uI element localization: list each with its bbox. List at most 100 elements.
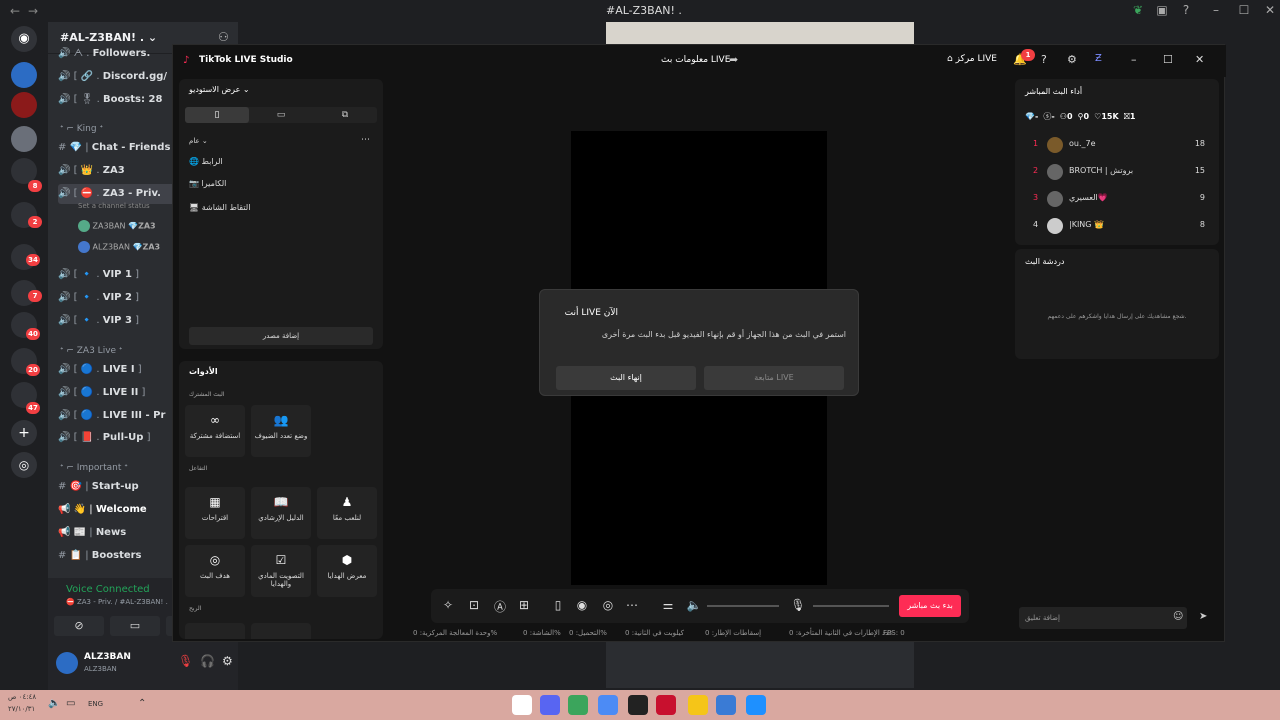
app-task-icon[interactable] [628,695,648,715]
clock-time[interactable]: ٠٤:٤٨ ص [8,693,36,701]
chat-input[interactable]: إضافة تعليق [1019,607,1187,629]
add-source-button[interactable]: إضافة مصدر [189,327,373,345]
app-task-icon[interactable] [656,695,676,715]
add-member-icon[interactable]: ⚇ [218,30,229,44]
settings-icon[interactable]: ⚙ [1067,53,1077,66]
source-camera[interactable]: 📷 الكاميرا [189,179,226,188]
app-task-icon[interactable] [598,695,618,715]
record-icon[interactable]: ◉ [573,598,591,612]
source-link[interactable]: 🌐 الرابط [189,157,223,166]
server-icon[interactable] [11,92,37,118]
tool-guide[interactable]: 📖 الدليل الإرشادي [251,487,311,539]
landscape-icon[interactable]: ▭ [249,107,313,123]
tool-item[interactable] [251,623,311,639]
ranking-row[interactable]: 1 ou._7e 18 [1025,135,1209,155]
more-icon[interactable]: ⋯ [361,135,370,145]
category-live[interactable]: ᐩ ⌐ ZA3 Live ᐩ [60,346,122,356]
link-icon: ∞ [210,413,220,427]
magic-icon[interactable]: ✧ [439,598,457,612]
server-icon[interactable] [11,62,37,88]
server-icon[interactable] [11,126,37,152]
forward-arrow-icon[interactable]: → [28,4,38,18]
mic-slider[interactable] [813,605,889,607]
avatar[interactable] [56,652,78,674]
volume-icon[interactable]: 🔈 [48,698,60,709]
tool-multi-guest[interactable]: 👥 وضع تعدد الضيوف [251,405,311,457]
monitor-icon[interactable]: ▭ [66,698,75,709]
tool-suggest[interactable]: ▦ اقتراحات [185,487,245,539]
minimize-icon[interactable]: – [1208,3,1224,17]
send-icon[interactable]: ➤ [1199,611,1207,622]
category-king[interactable]: ᐩ ⌐ King ᐩ [60,124,103,134]
app-task-icon[interactable] [716,695,736,715]
tool-guest[interactable]: ∞ استضافة مشتركة [185,405,245,457]
tray-arrow-icon[interactable]: ⌃ [138,698,146,709]
effects-icon[interactable]: ⊡ [465,598,483,612]
end-live-button[interactable]: إنهاء البث [556,366,696,390]
channel-status[interactable]: Set a channel status [78,202,150,210]
speaker-icon[interactable]: 🔈 [685,598,703,612]
tools-panel: الأدوات البث المشترك ∞ استضافة مشتركة 👥 وض… [179,361,383,639]
windows-task-icon[interactable] [746,695,766,715]
discord-task-icon[interactable] [540,695,560,715]
sources-panel: عرض الاستوديو ⌄ ▯ ▭ ⧉ عام ⌄ ⋯ 🌐 الرابط 📷… [179,79,383,349]
continue-live-button[interactable]: متابعة LIVE [704,366,844,390]
profile-icon[interactable]: Ƶ [1095,53,1102,64]
help-icon[interactable]: ? [1041,53,1047,66]
section-interaction: التفاعل [189,465,208,472]
settings-icon[interactable]: ⚙ [222,654,233,668]
category-important[interactable]: ᐩ ⌐ Important ᐩ [60,463,128,473]
help-icon[interactable]: ? [1178,3,1194,17]
emoji-icon[interactable]: ☺ [1173,611,1183,622]
close-icon[interactable]: ✕ [1195,53,1204,66]
general-toggle[interactable]: عام ⌄ [189,137,208,145]
voice-connected[interactable]: Voice Connected [66,584,150,595]
inbox-icon[interactable]: ▣ [1154,3,1170,17]
ranking-row[interactable]: 2 BROTCH | بروتش 15 [1025,162,1209,182]
center-title[interactable]: معلومات بث LIVE [661,55,730,65]
source-screen[interactable]: 🖥 التقاط الشاشة [189,203,250,212]
target-icon[interactable]: ◎ [599,598,617,612]
rotate-icon[interactable]: ⧉ [313,107,377,123]
discord-home-icon[interactable]: ◉ [11,26,37,52]
maximize-icon[interactable]: ☐ [1163,53,1173,66]
live-center[interactable]: ⌂ مركز LIVE [947,54,997,64]
volume-slider[interactable] [707,605,779,607]
tiktok-logo-icon: ♪ [183,55,190,66]
screen-share-icon[interactable]: ▭ [110,616,160,636]
headphones-icon[interactable]: 🎧 [200,654,215,668]
tool-gift-gallery[interactable]: ⬢ معرض الهدايا [317,545,377,597]
overlay-icon[interactable]: ⊞ [515,598,533,612]
tool-poll[interactable]: ☑ التصويت المادي والهدايا [251,545,311,597]
tool-goal[interactable]: ◎ هدف البث [185,545,245,597]
tiktok-task-icon[interactable] [512,695,532,715]
minimize-icon[interactable]: – [1131,53,1137,66]
folder-task-icon[interactable] [688,695,708,715]
ranking-row[interactable]: 3 العسيري💗 9 [1025,189,1209,209]
portrait-icon[interactable]: ▯ [185,107,249,123]
background-controls [606,640,914,688]
app-task-icon[interactable] [568,695,588,715]
mute-icon[interactable]: 🎙 [178,654,193,668]
add-server-icon[interactable]: + [11,420,37,446]
maximize-icon[interactable]: ☐ [1236,3,1252,17]
badge: 40 [26,328,40,340]
go-live-button[interactable]: بدء بث مباشر [899,595,961,617]
adjust-icon[interactable]: ⚌ [659,598,677,612]
phone-icon[interactable]: ▯ [549,598,567,612]
discover-icon[interactable]: ◎ [11,452,37,478]
ai-icon[interactable]: Ⓐ [491,598,509,615]
tool-item[interactable] [185,623,245,639]
close-icon[interactable]: ✕ [1262,3,1278,17]
share-icon[interactable]: ➦ [729,53,738,66]
tool-play[interactable]: ♟ لنلعب معًا [317,487,377,539]
language[interactable]: ENG [88,700,103,708]
leaf-icon[interactable]: ❦ [1130,3,1146,17]
clock-date[interactable]: ٢٧/١٠/٣١ [8,705,35,713]
ranking-row[interactable]: 4 |KING 👑 8 [1025,216,1209,236]
more-icon[interactable]: ⋯ [623,598,641,612]
camera-off-icon[interactable]: ⊘ [54,616,104,636]
studio-view-toggle[interactable]: عرض الاستوديو ⌄ [189,85,250,94]
back-arrow-icon[interactable]: ← [10,4,20,18]
mic-icon[interactable]: 🎙 [789,598,807,612]
